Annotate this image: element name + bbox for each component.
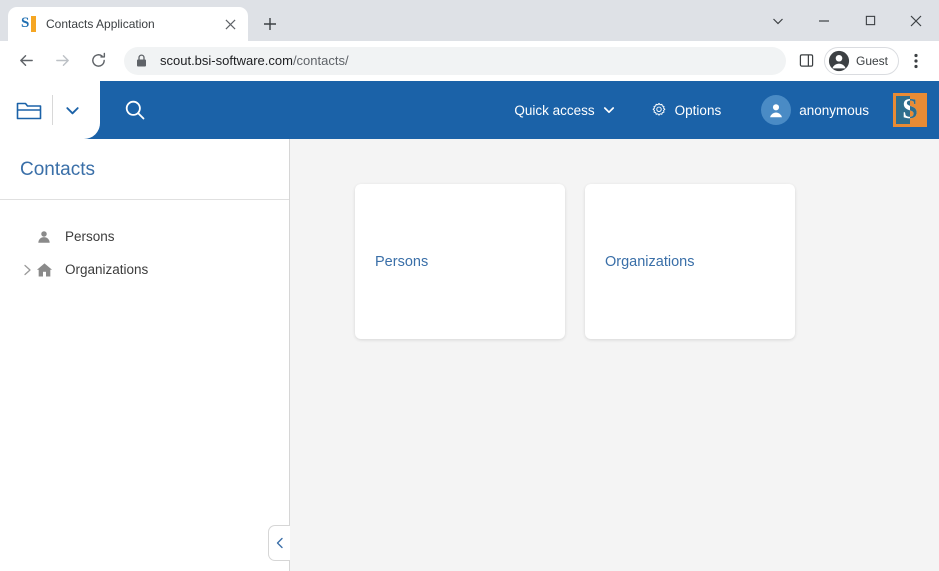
close-icon[interactable] (893, 0, 939, 41)
window-controls (755, 0, 939, 41)
sidebar-nav-list: Persons Organizations (0, 200, 289, 286)
lock-icon (136, 54, 150, 67)
avatar (761, 95, 792, 125)
quick-access-label: Quick access (514, 102, 595, 118)
browser-tab[interactable]: S Contacts Application (8, 7, 248, 41)
chevron-left-icon (276, 537, 284, 549)
main-content: Persons Organizations (290, 139, 939, 571)
profile-chip[interactable]: Guest (823, 46, 899, 75)
user-label: anonymous (799, 102, 869, 118)
minimize-icon[interactable] (801, 0, 847, 41)
options-button[interactable]: Options (641, 96, 732, 124)
sidebar-item-label: Persons (65, 228, 115, 244)
header-divider (52, 95, 53, 125)
person-icon (36, 229, 62, 245)
chevron-down-icon[interactable] (57, 95, 87, 125)
search-icon[interactable] (118, 93, 152, 127)
card-link-label[interactable]: Persons (375, 254, 428, 270)
browser-window: S Contacts Application scout.bsi-softwar… (0, 0, 939, 571)
sidebar-item-organizations[interactable]: Organizations (0, 253, 289, 286)
card-organizations[interactable]: Organizations (585, 184, 795, 339)
person-icon (828, 50, 850, 72)
split-screen-icon[interactable] (792, 46, 822, 76)
three-dot-menu-icon[interactable] (901, 46, 931, 76)
options-label: Options (674, 102, 722, 118)
sidebar: Contacts Persons Organizations (0, 139, 290, 571)
header-right-group: Quick access Options anonymous S (504, 81, 939, 139)
home-icon (36, 262, 62, 278)
scout-favicon: S (20, 15, 36, 32)
user-menu[interactable]: anonymous (751, 89, 879, 131)
maximize-icon[interactable] (847, 0, 893, 41)
favicon-letter: S (21, 15, 30, 31)
gear-icon (651, 102, 667, 118)
sidebar-title: Contacts (20, 159, 95, 180)
back-arrow-icon[interactable] (10, 45, 42, 77)
app-header: Quick access Options anonymous S (0, 81, 939, 139)
folder-icon[interactable] (10, 93, 48, 127)
address-bar[interactable]: scout.bsi-software.com/contacts/ (124, 46, 786, 75)
chevron-right-icon[interactable] (18, 264, 36, 276)
card-persons[interactable]: Persons (355, 184, 565, 339)
chevron-down-icon[interactable] (755, 0, 801, 41)
header-left-panel (0, 81, 100, 139)
sidebar-collapse-handle[interactable] (268, 525, 290, 561)
new-tab-button[interactable] (256, 10, 284, 38)
forward-arrow-icon[interactable] (46, 45, 78, 77)
browser-toolbar: scout.bsi-software.com/contacts/ Guest (0, 41, 939, 81)
app-body: Contacts Persons Organizations Persons O… (0, 139, 939, 571)
chevron-down-icon (603, 104, 615, 116)
tab-title: Contacts Application (46, 17, 155, 31)
sidebar-item-persons[interactable]: Persons (0, 220, 289, 253)
close-icon[interactable] (220, 14, 240, 34)
url-path: /contacts/ (292, 53, 349, 68)
scout-logo: S S (893, 93, 927, 127)
contacts-application: Quick access Options anonymous S Contact… (0, 81, 939, 571)
url-text: scout.bsi-software.com/contacts/ (160, 53, 349, 68)
sidebar-item-label: Organizations (65, 261, 149, 277)
url-host: scout.bsi-software.com (160, 53, 293, 68)
reload-icon[interactable] (82, 45, 114, 77)
card-link-label[interactable]: Organizations (605, 254, 694, 270)
profile-label: Guest (855, 53, 888, 68)
quick-access-menu[interactable]: Quick access (504, 97, 624, 124)
tab-strip: S Contacts Application (0, 0, 939, 41)
